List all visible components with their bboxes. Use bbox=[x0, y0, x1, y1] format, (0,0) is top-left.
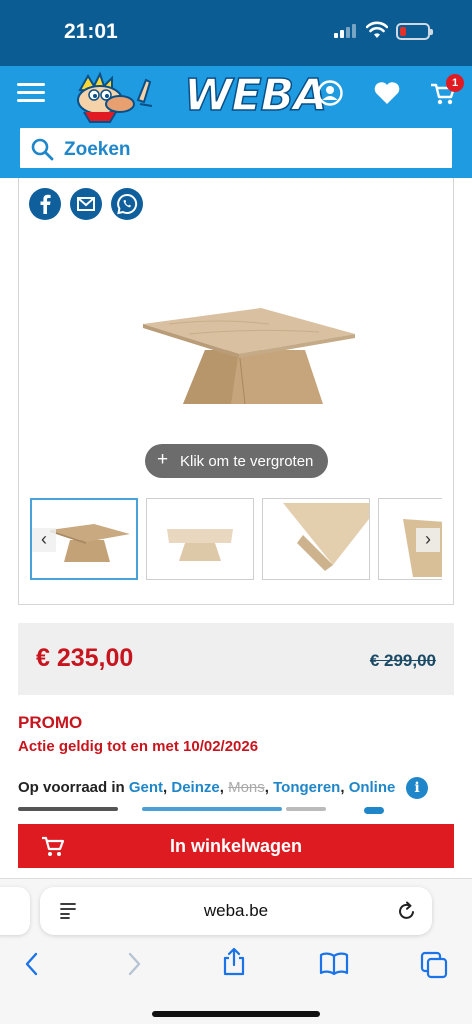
search-icon bbox=[31, 138, 54, 161]
stock-location-gent[interactable]: Gent bbox=[129, 779, 163, 796]
thumbnail-3[interactable] bbox=[262, 498, 370, 580]
mascot-logo-icon bbox=[77, 71, 153, 123]
thumbnail-image bbox=[283, 503, 369, 571]
product-gallery: + Klik om te vergroten ‹ › bbox=[18, 178, 454, 605]
thumbnail-2[interactable] bbox=[146, 498, 254, 580]
share-facebook-button[interactable] bbox=[29, 188, 61, 220]
facebook-icon bbox=[40, 194, 51, 214]
promo-validity: Actie geldig tot en met 10/02/2026 bbox=[18, 738, 259, 755]
back-icon[interactable] bbox=[22, 951, 42, 977]
stock-location-tongeren[interactable]: Tongeren bbox=[273, 779, 340, 796]
search-placeholder: Zoeken bbox=[64, 139, 131, 160]
wifi-icon bbox=[366, 21, 388, 38]
stock-prefix: Op voorraad in bbox=[18, 779, 125, 796]
forward-icon[interactable] bbox=[124, 951, 144, 977]
share-email-button[interactable] bbox=[70, 188, 102, 220]
site-header: WEBA 1 Zoeken bbox=[0, 66, 472, 178]
cart-count-badge: 1 bbox=[446, 74, 464, 92]
stock-location-online[interactable]: Online bbox=[349, 779, 396, 796]
zoom-button[interactable]: + Klik om te vergroten bbox=[145, 444, 328, 478]
stock-location-mons: Mons bbox=[228, 779, 265, 796]
battery-icon bbox=[396, 23, 433, 40]
add-to-cart-button[interactable]: In winkelwagen bbox=[18, 824, 454, 868]
plus-icon: + bbox=[157, 449, 169, 470]
email-icon bbox=[77, 197, 95, 211]
address-bar[interactable]: weba.be bbox=[40, 887, 432, 935]
info-icon[interactable]: i bbox=[406, 777, 428, 799]
thumbnail-prev-arrow-icon[interactable]: ‹ bbox=[32, 528, 56, 552]
share-icon[interactable] bbox=[220, 947, 248, 977]
url-text: weba.be bbox=[203, 901, 269, 920]
promo-title: PROMO bbox=[18, 713, 83, 732]
status-bar: 21:01 bbox=[0, 0, 472, 66]
old-price: € 299,00 bbox=[369, 651, 436, 670]
previous-tab-stub[interactable] bbox=[0, 887, 30, 935]
thumbnail-strip: ‹ › bbox=[30, 498, 442, 580]
stock-availability: Op voorraad in Gent, Deinze, Mons, Tonge… bbox=[18, 779, 396, 796]
browser-toolbar: weba.be bbox=[0, 878, 472, 1024]
bookmarks-icon[interactable] bbox=[318, 951, 350, 977]
menu-icon[interactable] bbox=[17, 83, 45, 103]
brand-wordmark: WEBA bbox=[183, 69, 328, 122]
share-whatsapp-button[interactable] bbox=[111, 188, 143, 220]
partially-hidden-row bbox=[18, 807, 438, 814]
thumbnail-image bbox=[167, 529, 233, 561]
current-price: € 235,00 bbox=[36, 644, 134, 672]
whatsapp-icon bbox=[117, 193, 138, 215]
reload-icon[interactable] bbox=[397, 900, 417, 922]
zoom-label: Klik om te vergroten bbox=[180, 453, 314, 470]
price-box: € 235,00 € 299,00 bbox=[18, 623, 454, 695]
search-bar[interactable]: Zoeken bbox=[18, 126, 454, 170]
thumbnail-next-arrow-icon[interactable]: › bbox=[416, 528, 440, 552]
status-time: 21:01 bbox=[64, 20, 118, 43]
weba-logo[interactable]: WEBA bbox=[60, 69, 328, 124]
coffee-table-image[interactable] bbox=[119, 288, 359, 408]
stock-location-deinze[interactable]: Deinze bbox=[171, 779, 219, 796]
account-icon[interactable] bbox=[315, 78, 345, 108]
tabs-icon[interactable] bbox=[420, 951, 448, 979]
wishlist-heart-icon[interactable] bbox=[372, 78, 402, 108]
add-to-cart-label: In winkelwagen bbox=[169, 836, 303, 856]
cellular-signal-icon bbox=[334, 24, 358, 38]
home-indicator bbox=[152, 1011, 320, 1017]
